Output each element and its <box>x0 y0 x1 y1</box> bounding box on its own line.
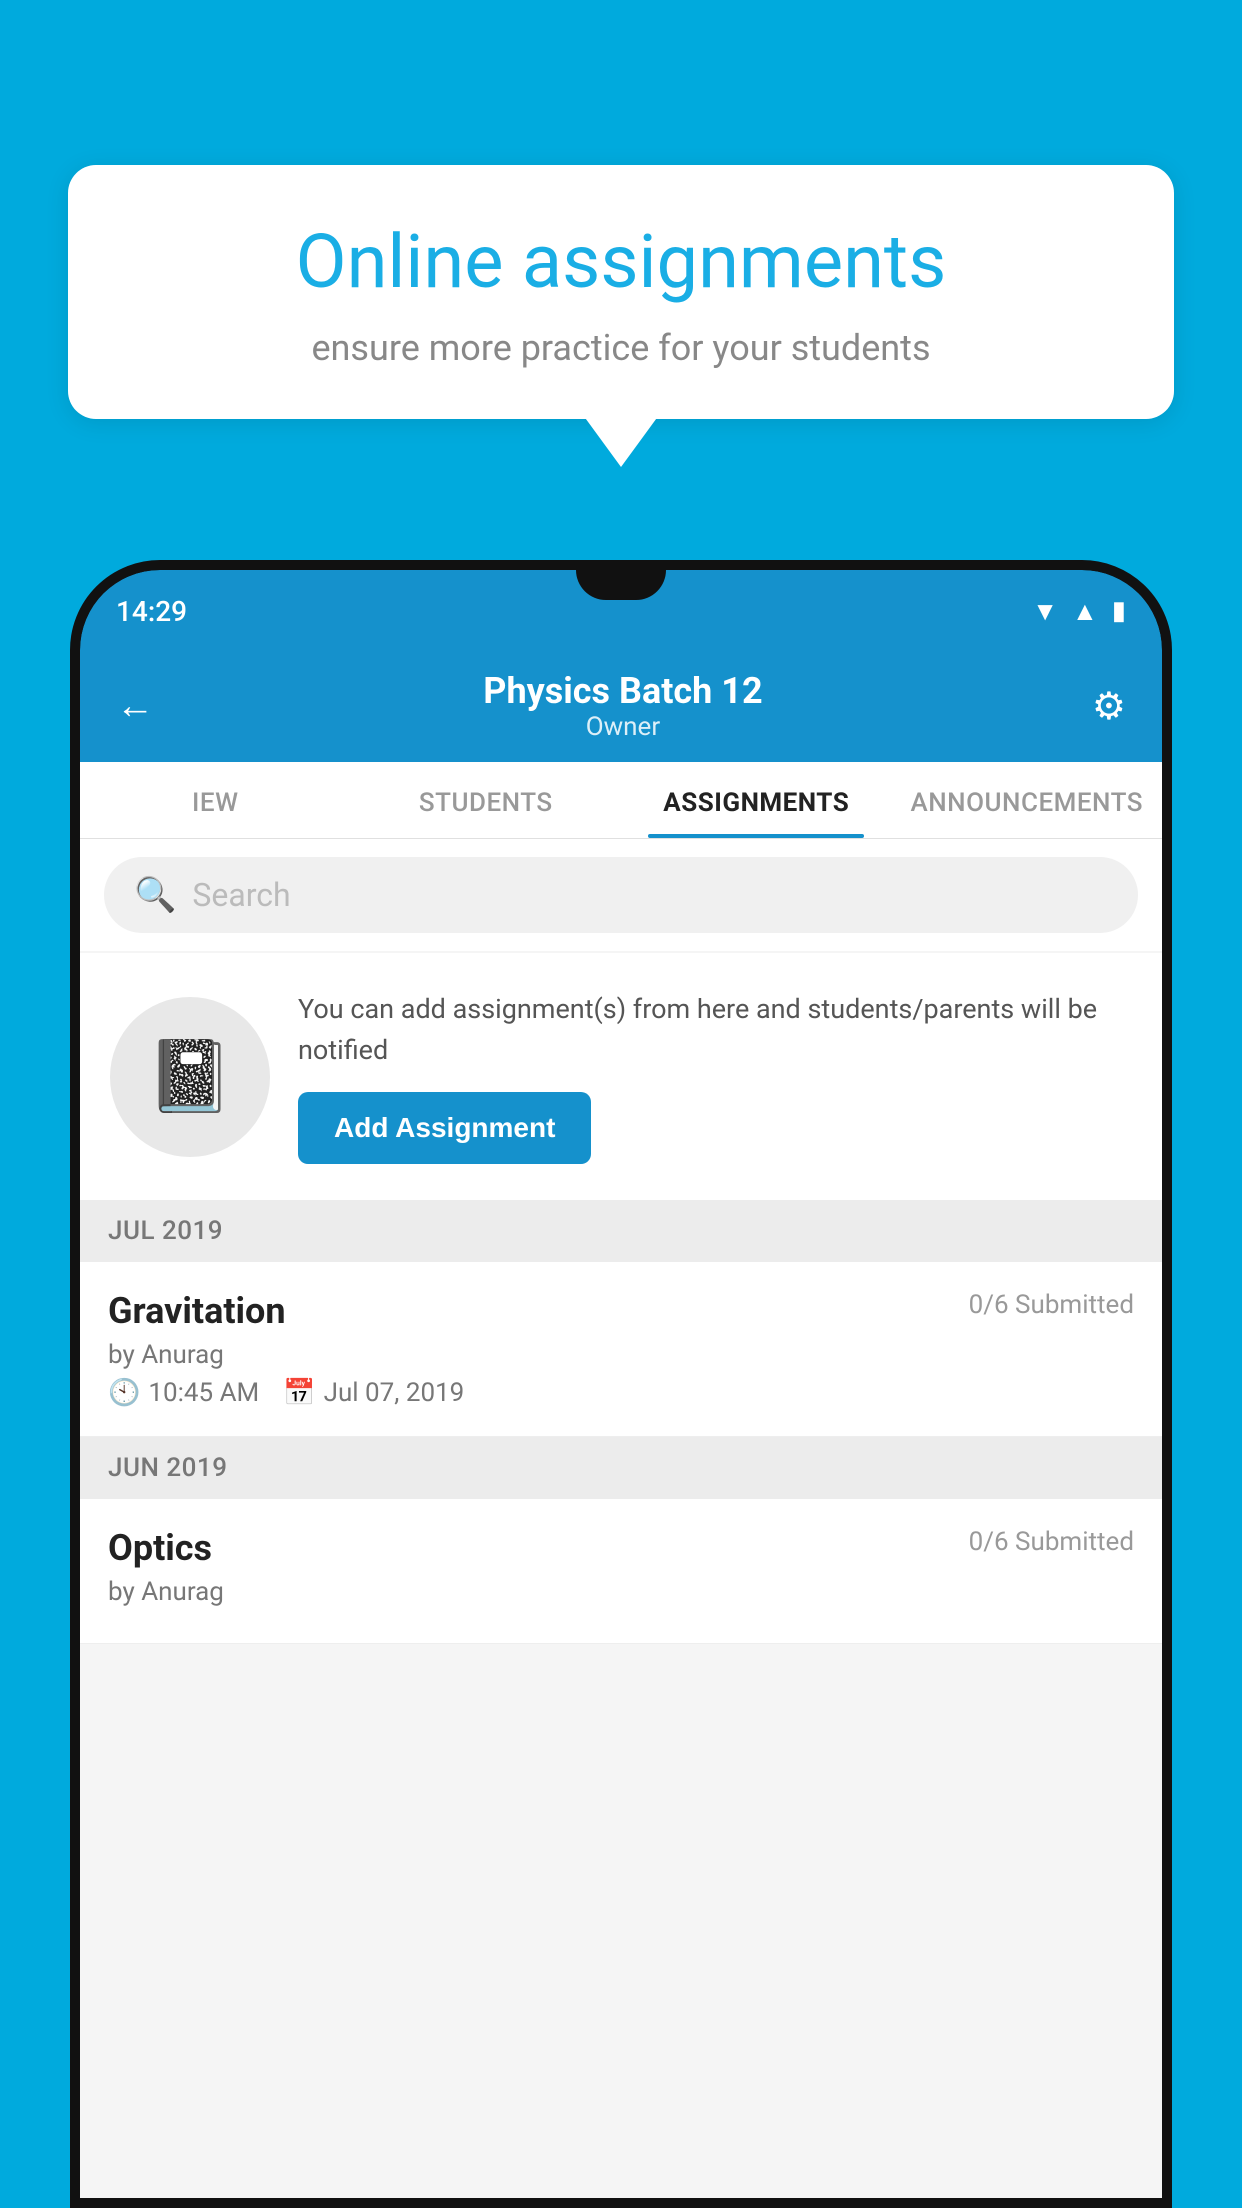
batch-title: Physics Batch 12 <box>483 670 762 712</box>
section-header-jul: JUL 2019 <box>80 1200 1162 1262</box>
notch <box>576 570 666 600</box>
signal-icon: ▲ <box>1072 596 1098 627</box>
back-button[interactable]: ← <box>116 684 154 728</box>
tab-assignments[interactable]: ASSIGNMENTS <box>621 762 892 838</box>
search-input[interactable]: Search <box>192 876 290 914</box>
assignment-item-gravitation[interactable]: Gravitation 0/6 Submitted by Anurag 🕙 10… <box>80 1262 1162 1437</box>
assignment-item-optics[interactable]: Optics 0/6 Submitted by Anurag <box>80 1499 1162 1644</box>
search-bar[interactable]: 🔍 Search <box>104 857 1138 933</box>
bubble-title: Online assignments <box>128 220 1114 305</box>
phone-frame: 14:29 ▼ ▲ ▮ ← Physics Batch 12 Owner ⚙ I… <box>70 560 1172 2208</box>
assignment-by: by Anurag <box>108 1340 1134 1370</box>
date-value: Jul 07, 2019 <box>324 1378 465 1408</box>
tab-students[interactable]: STUDENTS <box>351 762 622 838</box>
calendar-icon: 📅 <box>283 1378 315 1408</box>
speech-bubble: Online assignments ensure more practice … <box>68 165 1174 419</box>
info-box: 📓 You can add assignment(s) from here an… <box>80 953 1162 1200</box>
assignment-name-optics: Optics <box>108 1527 212 1569</box>
screen-content: 🔍 Search 📓 You can add assignment(s) fro… <box>80 839 1162 2208</box>
info-text-block: You can add assignment(s) from here and … <box>298 989 1132 1164</box>
header-title-block: Physics Batch 12 Owner <box>483 670 762 742</box>
tab-iew[interactable]: IEW <box>80 762 351 838</box>
assignment-by-optics: by Anurag <box>108 1577 1134 1607</box>
status-bar: 14:29 ▼ ▲ ▮ <box>80 570 1162 652</box>
battery-icon: ▮ <box>1112 596 1126 626</box>
clock-icon: 🕙 <box>108 1378 140 1408</box>
app-header: ← Physics Batch 12 Owner ⚙ <box>80 652 1162 762</box>
search-bar-wrap: 🔍 Search <box>80 839 1162 951</box>
status-icons: ▼ ▲ ▮ <box>1032 596 1126 627</box>
assignment-top-row-optics: Optics 0/6 Submitted <box>108 1527 1134 1569</box>
tab-announcements[interactable]: ANNOUNCEMENTS <box>892 762 1163 838</box>
assignment-time: 🕙 10:45 AM <box>108 1378 259 1408</box>
wifi-icon: ▼ <box>1032 596 1058 627</box>
assignment-submitted-optics: 0/6 Submitted <box>969 1527 1134 1557</box>
assignment-top-row: Gravitation 0/6 Submitted <box>108 1290 1134 1332</box>
search-icon: 🔍 <box>134 875 176 915</box>
assignment-date: 📅 Jul 07, 2019 <box>283 1378 464 1408</box>
assignment-submitted: 0/6 Submitted <box>969 1290 1134 1320</box>
add-assignment-button[interactable]: Add Assignment <box>298 1092 591 1164</box>
notebook-icon-circle: 📓 <box>110 997 270 1157</box>
batch-role: Owner <box>483 712 762 742</box>
assignment-meta: 🕙 10:45 AM 📅 Jul 07, 2019 <box>108 1378 1134 1408</box>
info-description: You can add assignment(s) from here and … <box>298 989 1132 1070</box>
time-value: 10:45 AM <box>148 1378 259 1408</box>
tabs-bar: IEW STUDENTS ASSIGNMENTS ANNOUNCEMENTS <box>80 762 1162 839</box>
bubble-subtitle: ensure more practice for your students <box>128 327 1114 369</box>
notebook-icon: 📓 <box>146 1036 233 1118</box>
settings-icon[interactable]: ⚙ <box>1092 684 1126 729</box>
assignment-name: Gravitation <box>108 1290 286 1332</box>
section-header-jun: JUN 2019 <box>80 1437 1162 1499</box>
status-time: 14:29 <box>116 595 187 628</box>
